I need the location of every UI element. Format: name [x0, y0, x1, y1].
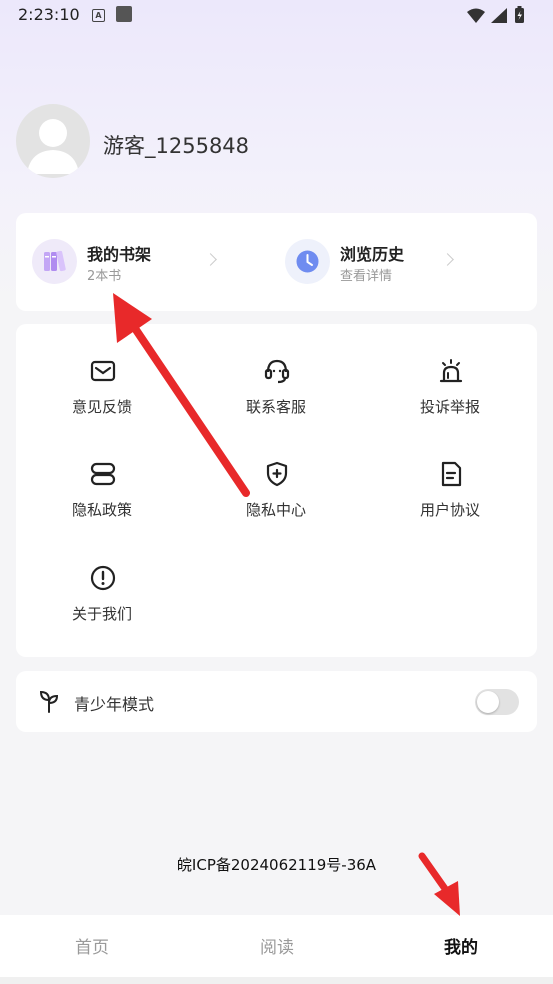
books-icon — [32, 239, 77, 284]
system-nav-strip — [0, 977, 553, 984]
status-bar: 2:23:10 A — [0, 0, 553, 32]
about-us-item[interactable]: 关于我们 — [22, 565, 182, 645]
grid-label: 意见反馈 — [71, 398, 132, 416]
tab-home[interactable]: 首页 — [32, 933, 152, 958]
tab-reading[interactable]: 阅读 — [217, 933, 337, 958]
user-agreement-item[interactable]: 用户协议 — [370, 461, 530, 541]
my-bookshelf-entry[interactable]: 我的书架 2本书 — [32, 239, 232, 285]
document-icon — [441, 461, 462, 487]
sprout-icon — [39, 690, 59, 713]
customer-service-item[interactable]: 联系客服 — [196, 358, 356, 438]
policy-icon — [90, 462, 116, 486]
default-avatar-icon — [27, 119, 79, 174]
history-title: 浏览历史 — [340, 245, 405, 264]
wifi-icon — [467, 8, 485, 23]
chevron-right-icon — [204, 253, 217, 266]
grid-label: 联系客服 — [245, 398, 306, 416]
icp-license: 皖ICP备2024062119号-36A — [176, 856, 377, 874]
tab-mine[interactable]: 我的 — [401, 933, 521, 958]
mail-icon — [90, 360, 116, 382]
signal-icon — [491, 8, 507, 23]
teen-mode-label: 青少年模式 — [74, 695, 155, 714]
shield-plus-icon — [266, 461, 288, 487]
grid-label: 隐私政策 — [71, 501, 132, 519]
toggle-knob — [477, 691, 499, 713]
bottom-nav: 首页 阅读 我的 — [0, 915, 553, 977]
browse-history-entry[interactable]: 浏览历史 查看详情 — [285, 239, 485, 285]
shelf-subtitle: 2本书 — [87, 269, 122, 284]
chevron-right-icon — [441, 253, 454, 266]
teen-mode-card: 青少年模式 — [16, 671, 537, 732]
grid-label: 投诉举报 — [419, 398, 480, 416]
headset-icon — [264, 359, 290, 384]
privacy-center-item[interactable]: 隐私中心 — [196, 461, 356, 541]
grid-label: 关于我们 — [71, 605, 132, 623]
notification-square-icon — [116, 6, 132, 22]
privacy-policy-item[interactable]: 隐私政策 — [22, 461, 182, 541]
feature-grid-card: 意见反馈 联系客服 投诉举报 隐私政策 隐私中心 用户协议 关于我们 — [16, 324, 537, 657]
battery-icon — [515, 6, 524, 23]
clock-icon — [285, 239, 330, 284]
siren-icon — [439, 359, 463, 383]
feedback-item[interactable]: 意见反馈 — [22, 358, 182, 438]
complaint-item[interactable]: 投诉举报 — [370, 358, 530, 438]
teen-mode-toggle[interactable] — [475, 689, 519, 715]
info-icon — [90, 565, 116, 591]
shelf-card: 我的书架 2本书 浏览历史 查看详情 — [16, 213, 537, 311]
notification-a-icon: A — [92, 9, 105, 22]
status-time: 2:23:10 — [18, 5, 80, 24]
grid-label: 用户协议 — [419, 501, 480, 519]
shelf-title: 我的书架 — [87, 245, 152, 264]
username: 游客_1255848 — [103, 134, 250, 158]
avatar[interactable] — [16, 104, 90, 178]
status-icons — [467, 6, 524, 23]
history-subtitle: 查看详情 — [340, 269, 393, 284]
grid-label: 隐私中心 — [245, 501, 306, 519]
